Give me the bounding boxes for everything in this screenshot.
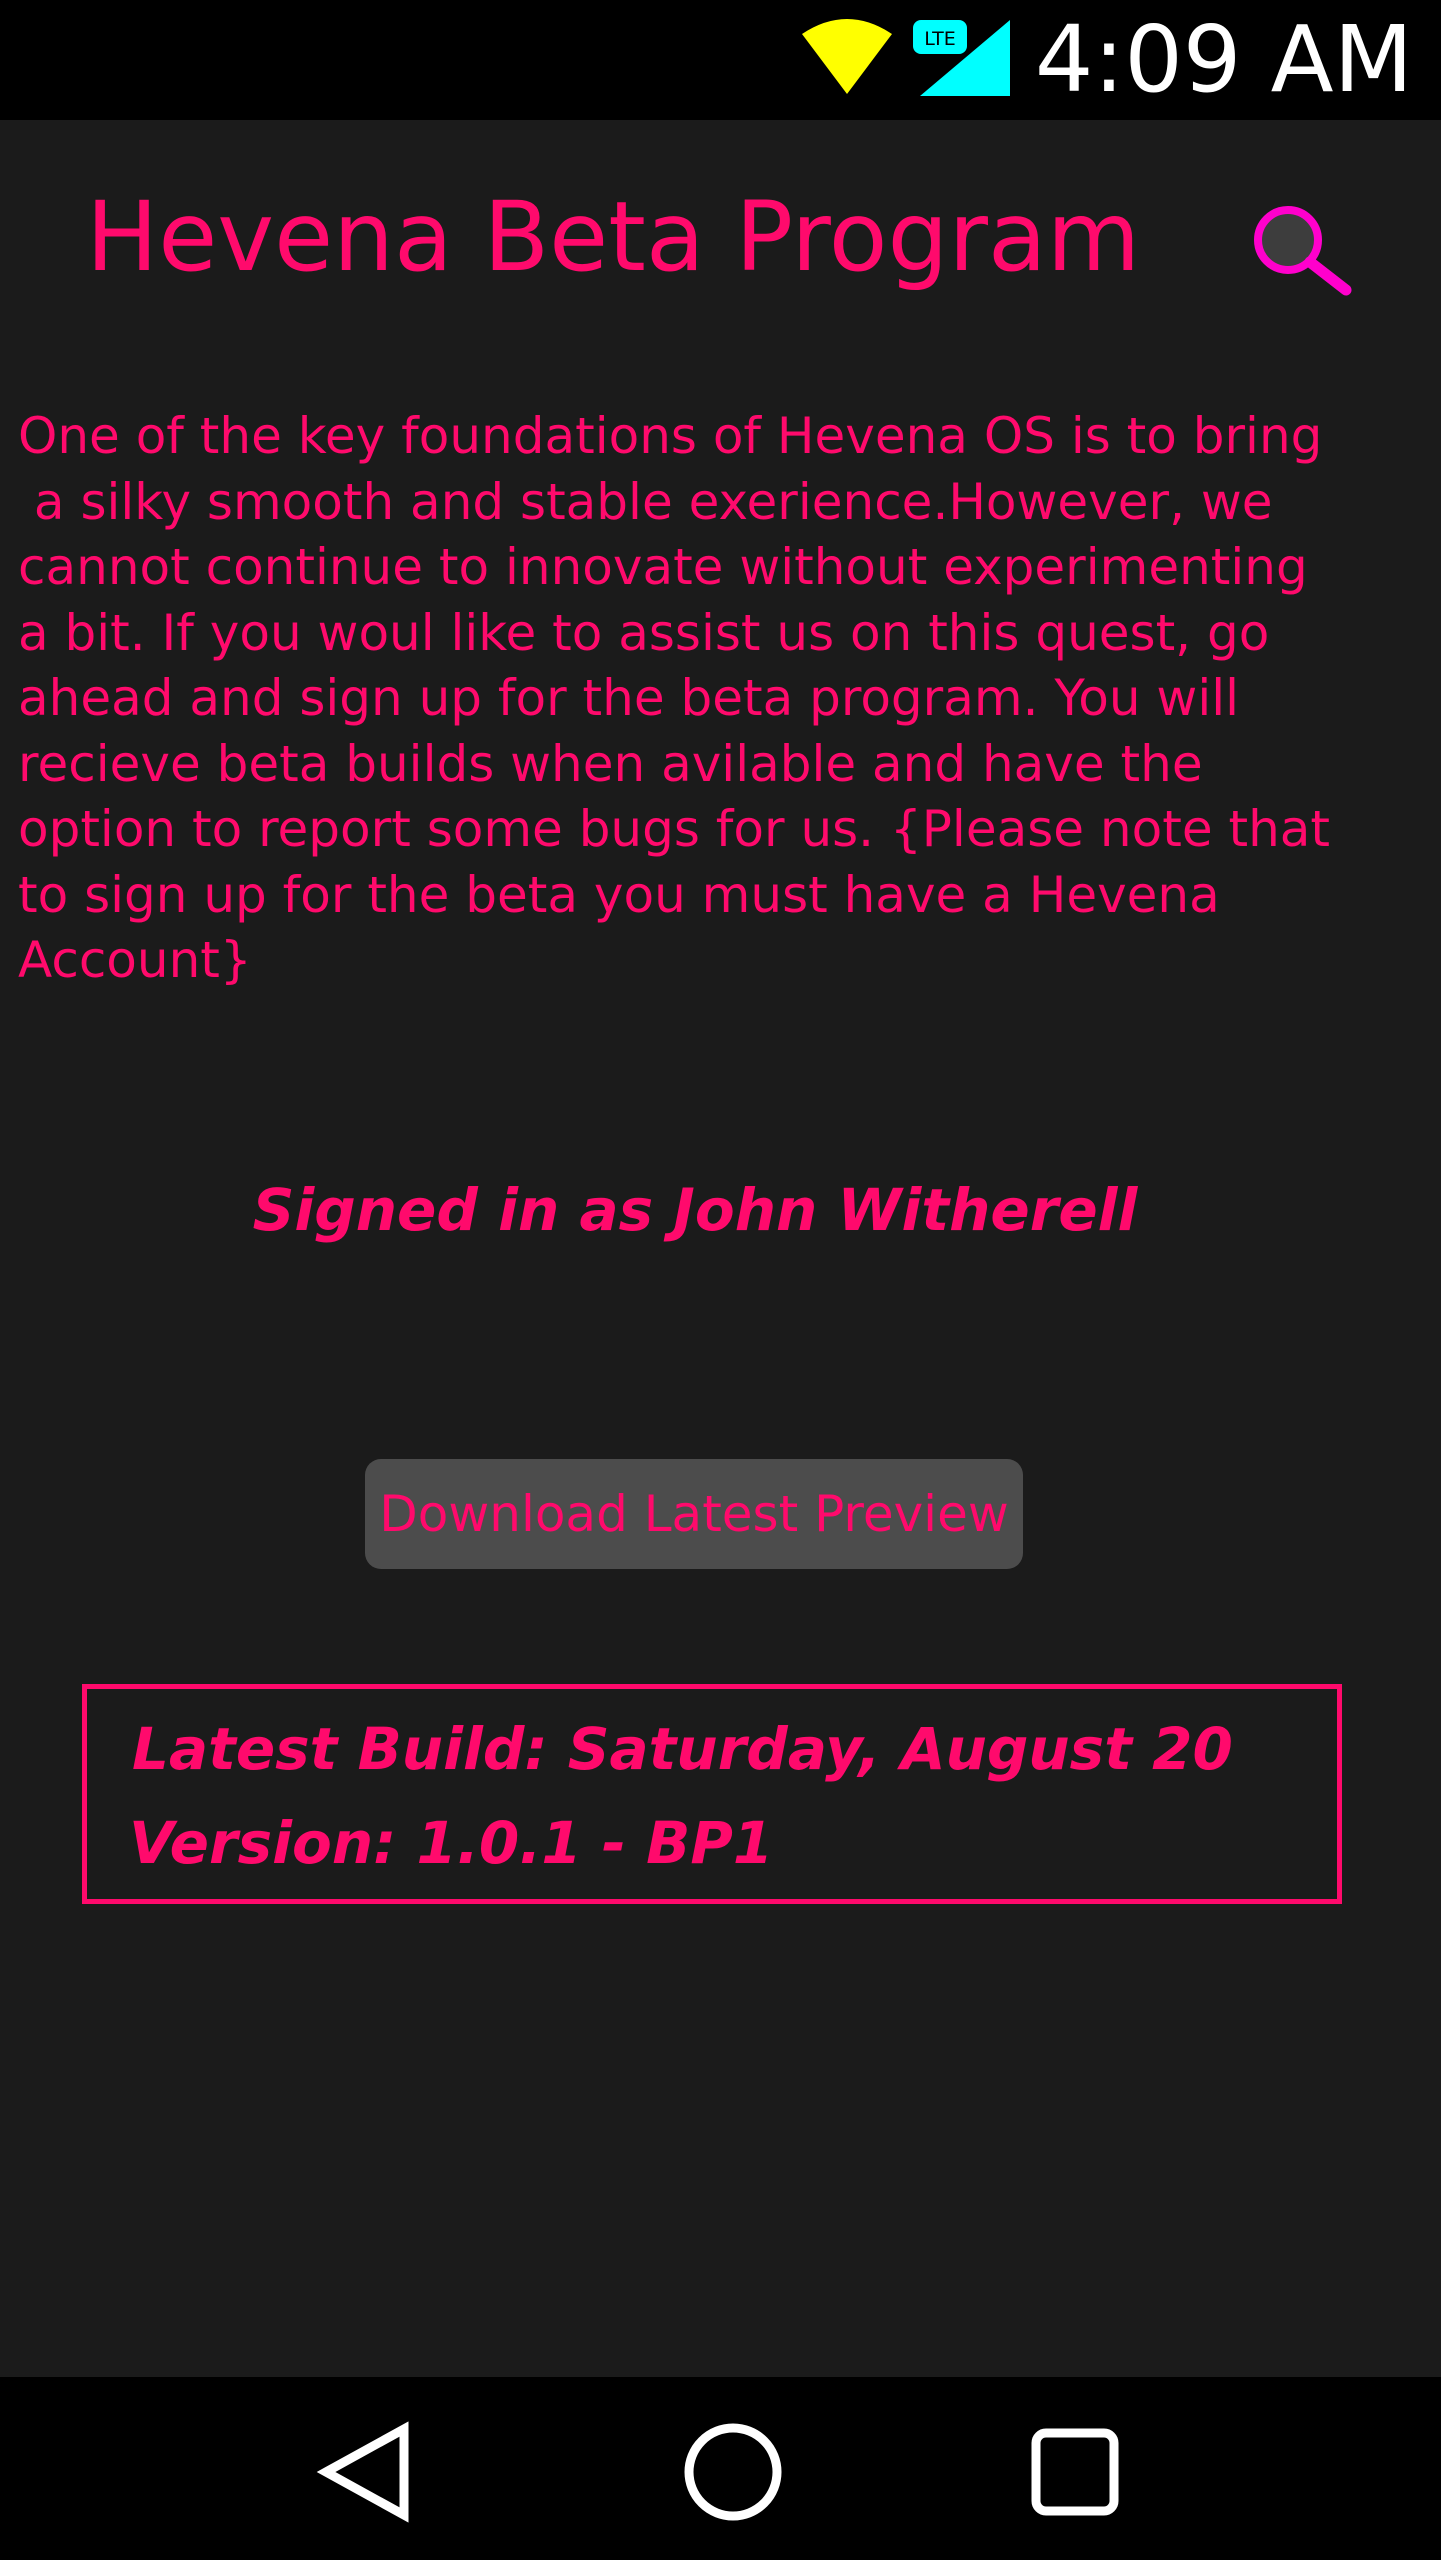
build-info-box: Latest Build: Saturday, August 20 Versio… — [82, 1684, 1342, 1904]
home-icon[interactable] — [678, 2417, 788, 2527]
wifi-icon — [802, 19, 892, 94]
navigation-bar — [0, 2377, 1441, 2560]
page-title: Hevena Beta Program — [86, 181, 1141, 293]
network-type-label: LTE — [924, 28, 956, 50]
cellular-signal-icon: LTE — [913, 20, 1010, 96]
beta-program-description: One of the key foundations of Hevena OS … — [18, 407, 1331, 989]
screen: LTE 4:09 AM Hevena Beta Program One of t… — [0, 0, 1441, 2560]
back-icon[interactable] — [312, 2417, 422, 2527]
download-latest-preview-button[interactable]: Download Latest Preview — [365, 1459, 1023, 1569]
status-bar: LTE 4:09 AM — [0, 0, 1441, 120]
status-clock: 4:09 AM — [1034, 6, 1413, 113]
search-icon[interactable] — [1250, 202, 1354, 298]
latest-build-date: Latest Build: Saturday, August 20 — [132, 1715, 1233, 1783]
build-version: Version: 1.0.1 - BP1 — [129, 1809, 774, 1877]
signed-in-status: Signed in as John Witherell — [252, 1176, 1138, 1244]
recents-icon[interactable] — [1022, 2417, 1132, 2527]
